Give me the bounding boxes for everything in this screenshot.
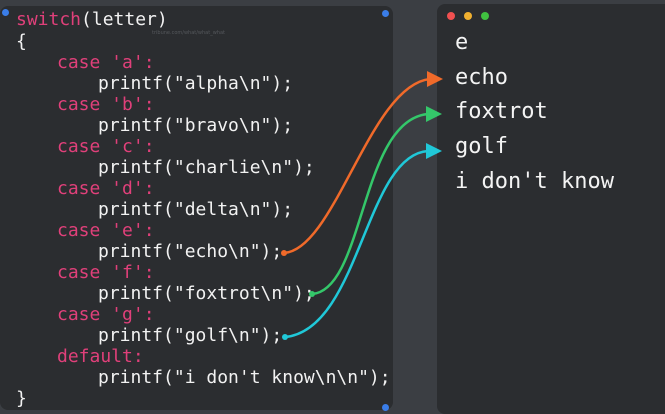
arrow-foxtrot <box>309 106 442 297</box>
flow-arrows <box>281 71 443 340</box>
arrow-echo <box>281 71 443 256</box>
